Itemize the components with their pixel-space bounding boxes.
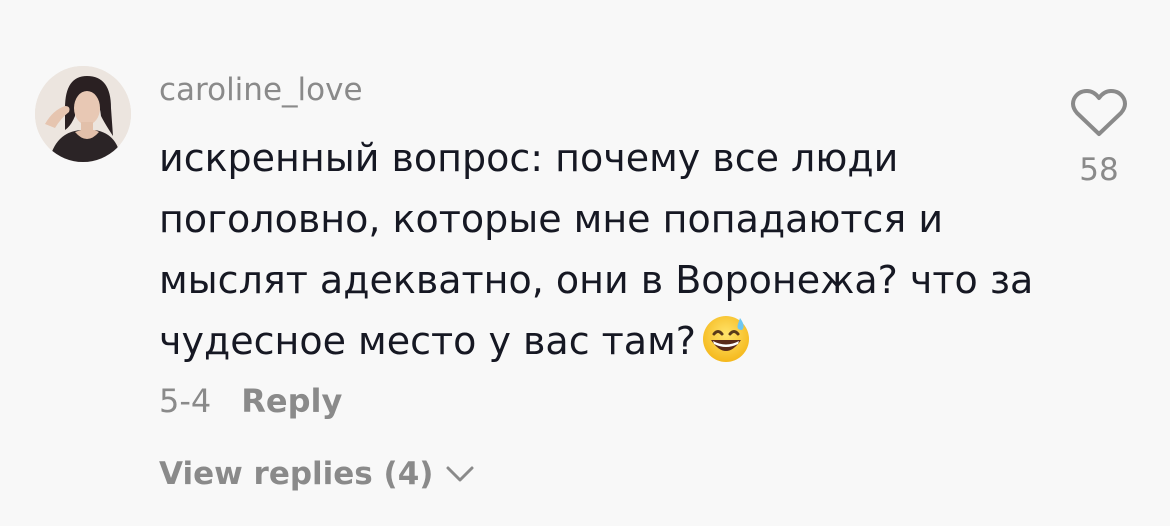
avatar[interactable] — [35, 66, 131, 162]
username[interactable]: caroline_love — [159, 72, 363, 108]
chevron-down-icon — [445, 456, 475, 492]
comment-body: искренный вопрос: почему все люди поголо… — [159, 128, 1039, 372]
heart-icon — [1070, 88, 1128, 142]
comment-text: искренный вопрос: почему все люди поголо… — [159, 136, 1034, 363]
comment-item: caroline_love искренный вопрос: почему в… — [0, 0, 1170, 526]
like-button[interactable]: 58 — [1066, 88, 1132, 188]
grinning-face-with-sweat-icon — [700, 312, 752, 364]
comment-date: 5-4 — [159, 382, 212, 420]
reply-button[interactable]: Reply — [241, 382, 342, 420]
view-replies-label: View replies (4) — [159, 456, 434, 492]
like-count: 58 — [1079, 152, 1119, 188]
comment-meta: 5-4 Reply — [159, 382, 342, 420]
view-replies-button[interactable]: View replies (4) — [159, 456, 475, 492]
